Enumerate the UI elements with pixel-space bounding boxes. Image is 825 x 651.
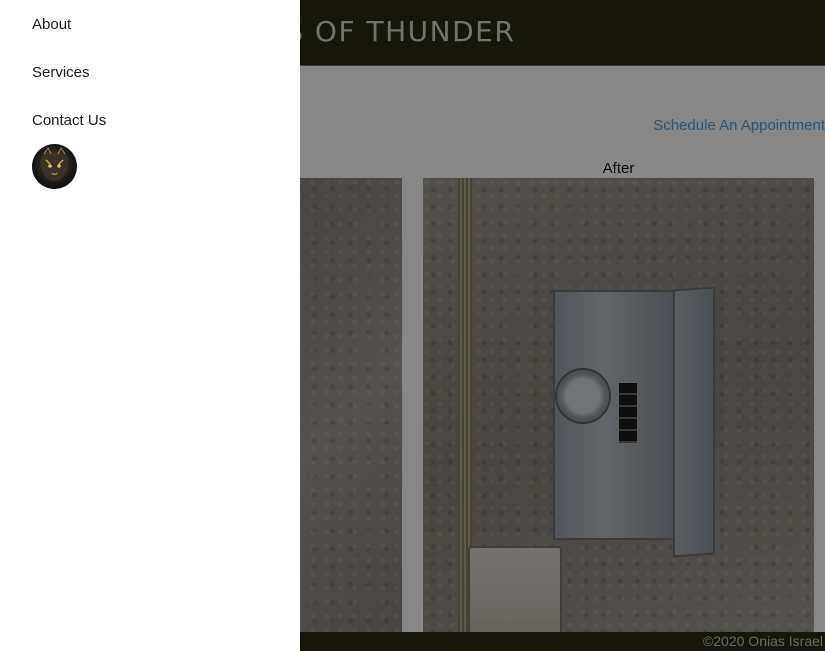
nav-link-services[interactable]: Services <box>32 64 90 81</box>
nav-link-contact-us[interactable]: Contact Us <box>32 112 106 129</box>
lion-logo-graphic <box>40 147 69 181</box>
lion-logo-icon[interactable] <box>32 144 77 189</box>
nav-link-about[interactable]: About <box>32 16 71 33</box>
nav-drawer: About Services Contact Us <box>0 0 300 651</box>
